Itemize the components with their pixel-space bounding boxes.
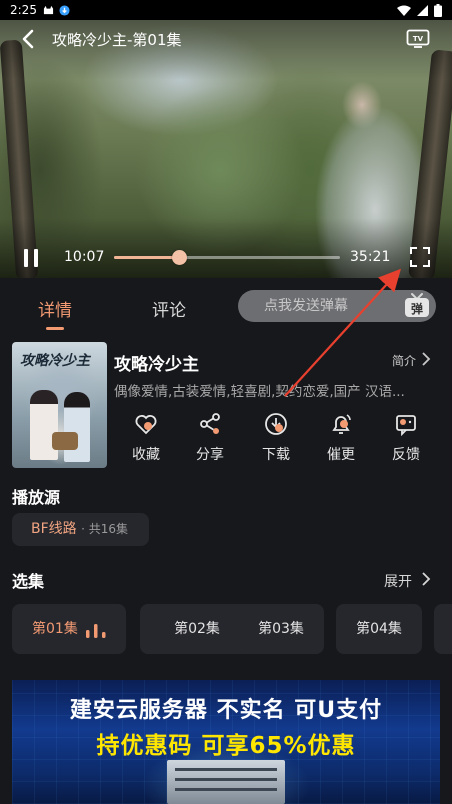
playing-bars-icon [86, 624, 106, 638]
video-player[interactable]: 攻略冷少主-第01集 TV 10:07 35:21 [0, 20, 452, 278]
status-bar: 2:25 [0, 0, 452, 20]
source-option[interactable]: BF线路 · 共16集 [12, 513, 149, 546]
download-label: 下载 [262, 447, 290, 463]
progress-knob[interactable] [171, 250, 187, 265]
tab-bar: 详情 评论 点我发送弹幕 弹 [0, 278, 452, 334]
ad-headline: 建安云服务器 不实名 可U支付 [69, 698, 383, 723]
source-name: BF线路 [31, 521, 77, 537]
fullscreen-icon[interactable] [410, 247, 430, 267]
heart-icon [135, 415, 157, 435]
back-arrow-icon[interactable] [18, 28, 40, 50]
episode-item-04[interactable]: 第04集 [336, 604, 422, 654]
urge-update-button[interactable]: 催更 [316, 412, 366, 464]
urge-update-label: 催更 [327, 447, 355, 463]
tab-details[interactable]: 详情 [38, 296, 72, 321]
source-episode-count: · 共16集 [81, 522, 129, 536]
current-time: 10:07 [64, 249, 105, 265]
status-time: 2:25 [10, 3, 37, 17]
favorite-label: 收藏 [132, 447, 160, 463]
episode-item-03[interactable]: 第03集 [238, 604, 324, 654]
progress-fill [114, 256, 179, 259]
favorite-button[interactable]: 收藏 [121, 412, 171, 464]
episode-label: 第01集 [32, 621, 78, 637]
download-button[interactable]: 下载 [251, 412, 301, 464]
tab-comments[interactable]: 评论 [152, 296, 186, 321]
share-icon [200, 413, 220, 434]
danmaku-icon-label: 弹 [411, 301, 423, 316]
tab-active-indicator [46, 327, 64, 330]
svg-text:TV: TV [413, 35, 424, 43]
episode-item-next-partial[interactable] [434, 604, 452, 654]
server-image [167, 760, 285, 804]
share-button[interactable]: 分享 [185, 412, 235, 464]
battery-icon [434, 3, 442, 17]
download-notification-icon [59, 4, 70, 16]
intro-link[interactable]: 简介 [392, 352, 416, 369]
expand-button[interactable]: 展开 [384, 571, 412, 591]
pause-icon[interactable] [22, 248, 40, 268]
poster-title: 攻略冷少主 [20, 353, 90, 369]
danmaku-toggle-icon[interactable]: 弹 [402, 292, 432, 320]
chevron-right-icon[interactable] [420, 351, 432, 367]
wifi-icon [397, 5, 411, 16]
show-tags: 偶像爱情,古装爱情,轻喜剧,契约恋爱,国产 汉语... [114, 384, 405, 400]
feedback-icon [396, 415, 416, 436]
player-title: 攻略冷少主-第01集 [52, 31, 182, 49]
chevron-right-icon[interactable] [420, 571, 432, 587]
total-duration: 35:21 [350, 249, 391, 265]
download-icon [265, 413, 287, 435]
detail-panel: 详情 评论 点我发送弹幕 弹 攻略冷少主 攻略冷少主 简介 偶像爱情,古装爱情,… [0, 278, 452, 804]
tv-cast-icon[interactable]: TV [406, 28, 430, 48]
show-title: 攻略冷少主 [114, 355, 199, 375]
progress-bar[interactable] [114, 250, 340, 265]
episode-item-01[interactable]: 第01集 [12, 604, 126, 654]
ad-promo: 持优惠码 可享65%优惠 [96, 733, 356, 759]
signal-icon [417, 4, 428, 16]
episodes-section-title: 选集 [12, 572, 45, 591]
source-section-title: 播放源 [12, 488, 61, 507]
cat-notification-icon [43, 5, 54, 14]
feedback-label: 反馈 [392, 447, 420, 463]
show-poster[interactable]: 攻略冷少主 [12, 342, 107, 468]
bell-icon [332, 414, 351, 434]
feedback-button[interactable]: 反馈 [381, 412, 431, 464]
ad-banner[interactable]: 建安云服务器 不实名 可U支付 持优惠码 可享65%优惠 [12, 680, 440, 804]
share-label: 分享 [196, 447, 224, 463]
episode-item-02[interactable]: 第02集 [140, 604, 254, 654]
